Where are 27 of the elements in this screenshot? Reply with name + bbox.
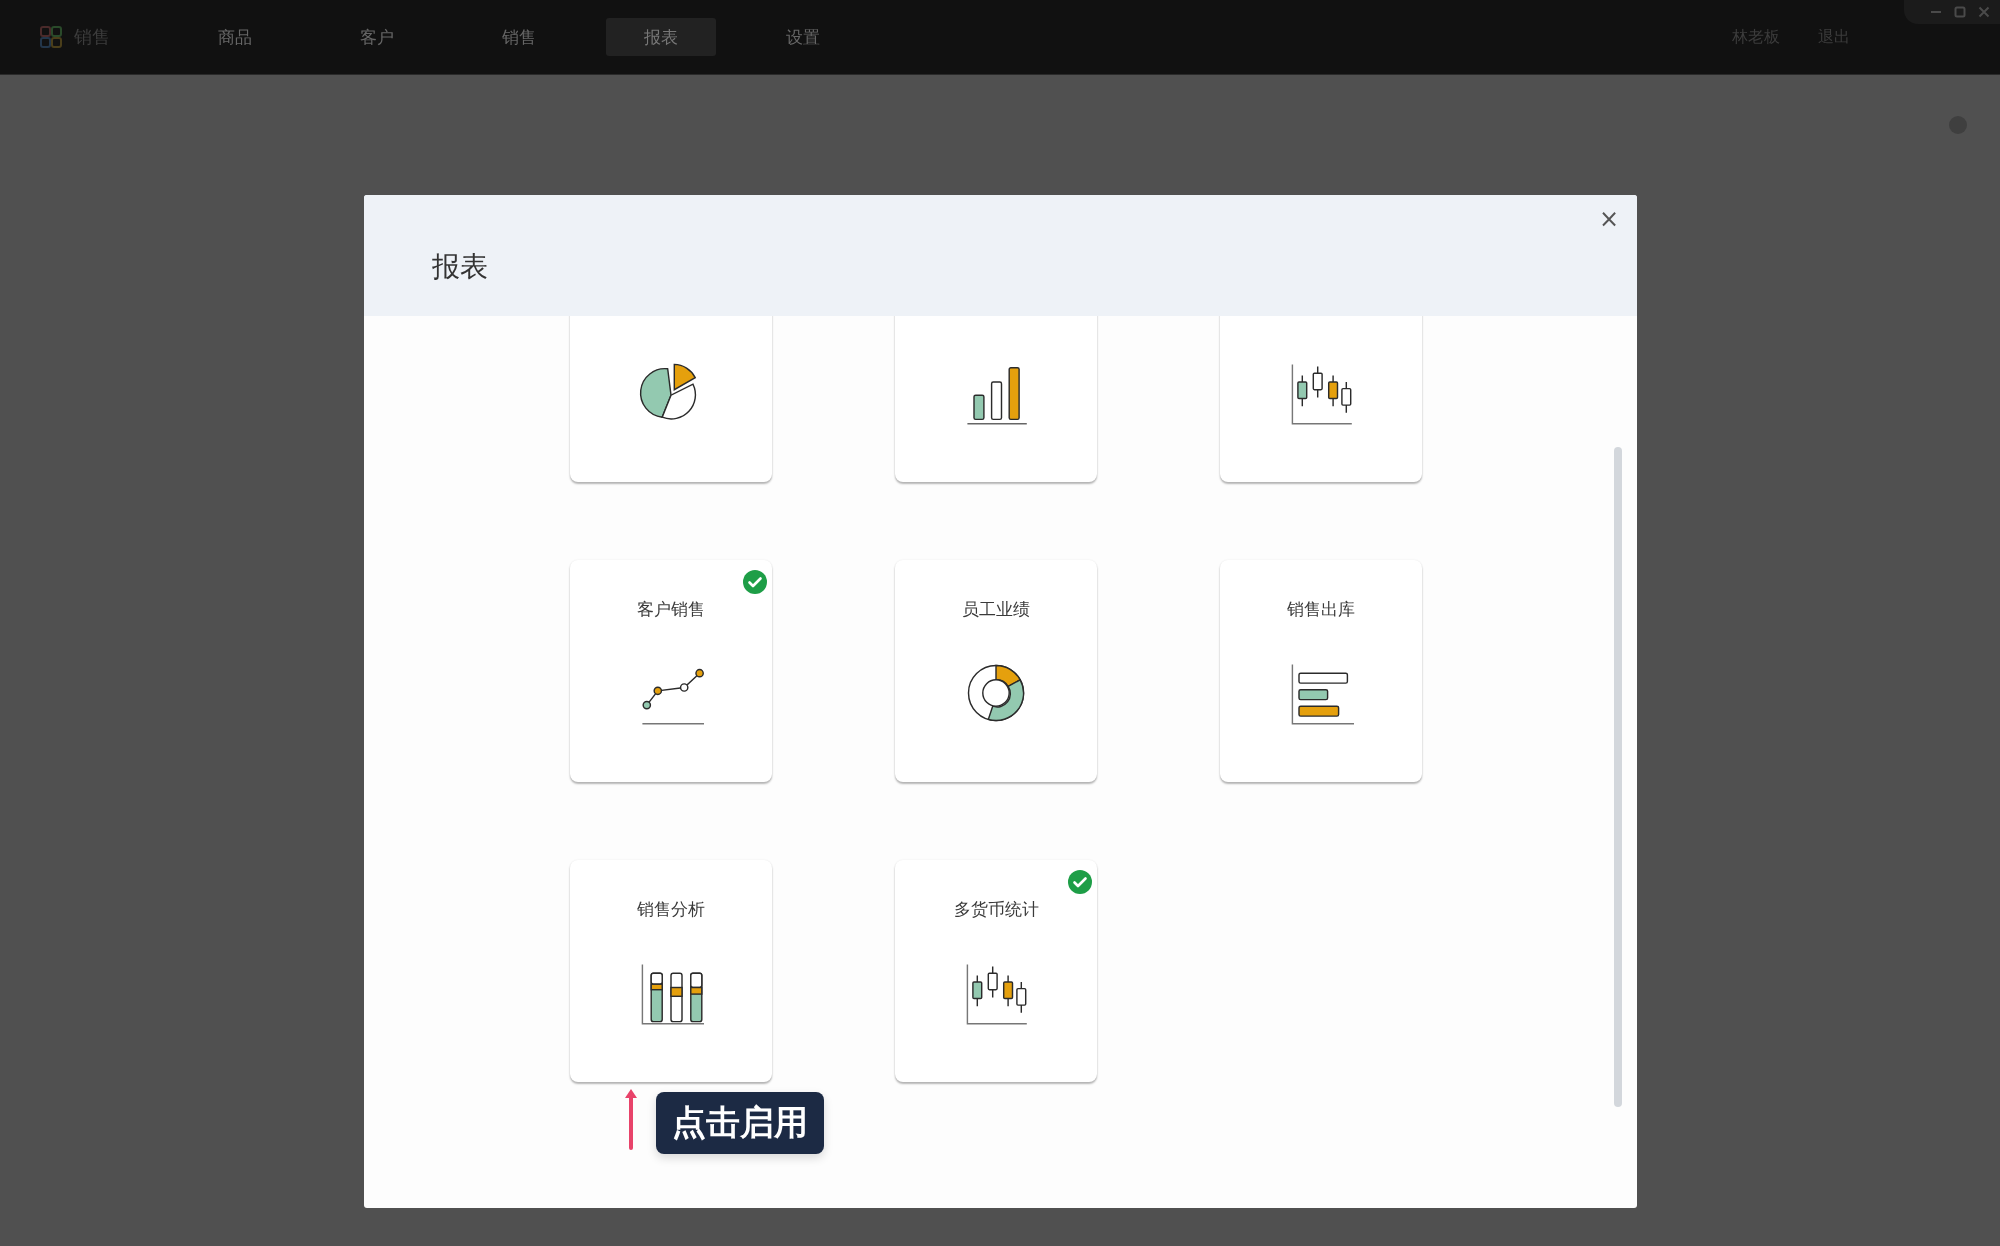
report-card[interactable]: 客户销售 (570, 560, 772, 782)
report-card[interactable] (570, 316, 772, 482)
report-card[interactable]: 销售出库 (1220, 560, 1422, 782)
check-badge-icon (1068, 870, 1092, 894)
report-card[interactable]: 多货币统计 (895, 860, 1097, 1082)
nav-tab[interactable]: 商品 (180, 18, 290, 56)
report-card[interactable] (1220, 316, 1422, 482)
report-title: 客户销售 (637, 598, 705, 621)
nav-tab[interactable]: 设置 (748, 18, 858, 56)
logo-icon (40, 26, 62, 48)
report-title: 销售分析 (637, 898, 705, 921)
report-title: 员工业绩 (962, 598, 1030, 621)
hint-tooltip: 点击启用 (656, 1092, 824, 1154)
report-card[interactable]: 员工业绩 (895, 560, 1097, 782)
pointer-arrow (624, 1088, 638, 1150)
close-icon[interactable] (1978, 6, 1990, 18)
scrollbar-thumb[interactable] (1614, 447, 1622, 1107)
report-card[interactable] (895, 316, 1097, 482)
dialog-title: 报表 (432, 248, 488, 285)
check-badge-icon (743, 570, 767, 594)
nav-tab[interactable]: 客户 (322, 18, 432, 56)
report-title: 销售出库 (1287, 598, 1355, 621)
nav-tab[interactable]: 销售 (464, 18, 574, 56)
close-button[interactable]: × (1592, 203, 1625, 235)
maximize-icon[interactable] (1954, 6, 1966, 18)
nav-tab[interactable]: 报表 (606, 18, 716, 56)
report-title: 多货币统计 (953, 898, 1039, 921)
